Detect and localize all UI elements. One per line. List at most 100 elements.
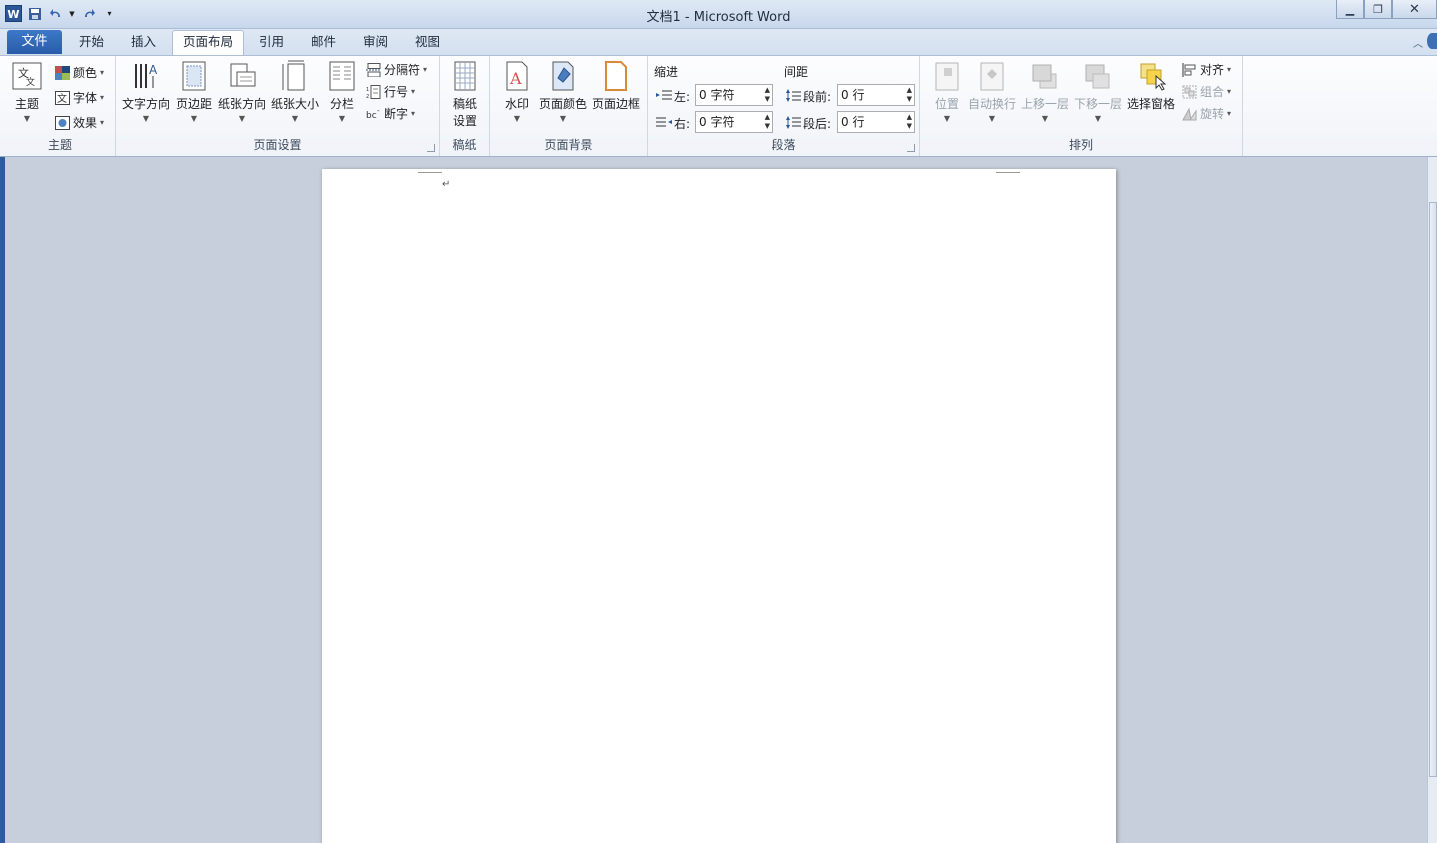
theme-fonts-button[interactable]: 文 字体 ▾ — [55, 89, 104, 106]
tab-page-layout[interactable]: 页面布局 — [172, 30, 245, 55]
top-left-margin-mark — [418, 169, 442, 173]
margins-button[interactable]: 页边距 ▼ — [176, 60, 212, 123]
tab-home[interactable]: 开始 — [79, 33, 104, 55]
selection-pane-icon — [1136, 60, 1167, 92]
tab-references[interactable]: 引用 — [259, 33, 284, 55]
spacing-after-spinner-icon[interactable]: ▲ ▼ — [907, 113, 912, 131]
scrollbar-thumb[interactable] — [1429, 202, 1437, 777]
orientation-button[interactable]: 纸张方向 ▼ — [218, 60, 266, 123]
paragraph-mark: ↵ — [442, 179, 451, 190]
group-label-page-setup: 页面设置 — [253, 138, 302, 152]
svg-text:A: A — [509, 69, 522, 88]
spacing-after-field[interactable]: 0 行 ▲ ▼ — [837, 111, 915, 133]
themes-button[interactable]: 文文 主题 ▼ — [12, 60, 42, 123]
line-numbers-button[interactable]: 12 行号 ▾ — [366, 83, 415, 100]
breaks-button[interactable]: 分隔符 ▾ — [366, 61, 427, 78]
group-label-theme: 主题 — [47, 138, 72, 152]
theme-fonts-icon: 文 — [55, 90, 70, 105]
selection-pane-button[interactable]: 选择窗格 — [1127, 60, 1175, 112]
page-borders-icon — [601, 60, 631, 92]
line-numbers-icon: 12 — [366, 84, 381, 100]
page-borders-button[interactable]: 页面边框 — [592, 60, 640, 112]
ribbon-tabs: 文件 开始 插入 页面布局 引用 邮件 审阅 视图 ︿ — [0, 29, 1437, 55]
group-objects-button[interactable]: 组合 ▾ — [1182, 83, 1231, 100]
top-right-margin-mark — [996, 169, 1020, 173]
minimize-button[interactable]: ▁ — [1336, 0, 1364, 19]
indent-right-field[interactable]: 0 字符 ▲ ▼ — [695, 111, 773, 133]
columns-icon — [327, 60, 357, 92]
tab-review[interactable]: 审阅 — [363, 33, 388, 55]
indent-left-label: 左: — [656, 88, 690, 105]
maximize-button[interactable]: ❐ — [1364, 0, 1392, 19]
text-direction-button[interactable]: A 文字方向 ▼ — [122, 60, 170, 123]
theme-colors-icon — [55, 65, 70, 80]
send-backward-icon — [1083, 60, 1113, 92]
size-icon — [280, 60, 310, 92]
tab-view[interactable]: 视图 — [415, 33, 440, 55]
group-label-page-background: 页面背景 — [544, 138, 593, 152]
minimize-ribbon-icon[interactable]: ︿ — [1413, 35, 1423, 50]
indent-right-spinner-icon[interactable]: ▲ ▼ — [765, 113, 770, 131]
send-backward-button[interactable]: 下移一层 ▼ — [1074, 60, 1122, 123]
group-paragraph: 缩进 间距 左: 0 字符 ▲ ▼ 右: 0 字符 ▲ ▼ 段前: 0 行 ▲ ▼ — [648, 56, 920, 156]
svg-text:A: A — [149, 63, 158, 77]
draft-paper-settings-button[interactable]: 稿纸 设置 — [450, 60, 480, 129]
wrap-text-icon — [977, 60, 1007, 92]
indent-left-field[interactable]: 0 字符 ▲ ▼ — [695, 84, 773, 106]
tab-mailings[interactable]: 邮件 — [311, 33, 336, 55]
group-theme: 文文 主题 ▼ 颜色 ▾ 文 字体 ▾ 效果 ▾ 主题 — [5, 56, 116, 156]
breaks-icon — [366, 62, 381, 77]
watermark-button[interactable]: A 水印 ▼ — [502, 60, 532, 123]
tab-file[interactable]: 文件 — [7, 30, 62, 54]
spacing-before-label: 段前: — [785, 88, 831, 105]
indent-right-icon — [656, 116, 672, 132]
position-icon — [932, 60, 962, 92]
wrap-text-button[interactable]: 自动换行 ▼ — [968, 60, 1016, 123]
help-icon[interactable] — [1427, 33, 1437, 49]
theme-effects-button[interactable]: 效果 ▾ — [55, 114, 104, 131]
indent-left-icon — [656, 89, 672, 105]
bring-forward-button[interactable]: 上移一层 ▼ — [1021, 60, 1069, 123]
indent-left-spinner-icon[interactable]: ▲ ▼ — [765, 86, 770, 104]
bring-forward-icon — [1030, 60, 1060, 92]
group-arrange: 位置 ▼ 自动换行 ▼ 上移一层 ▼ 下移一层 ▼ 选择窗格 对齐 ▾ 组合 ▾… — [920, 56, 1243, 156]
svg-text:-: - — [377, 107, 380, 115]
position-button[interactable]: 位置 ▼ — [932, 60, 962, 123]
group-label-draft-paper: 稿纸 — [452, 138, 477, 152]
page-setup-launcher-icon[interactable] — [427, 144, 435, 152]
tab-insert[interactable]: 插入 — [131, 33, 156, 55]
hyphenation-button[interactable]: bc - 断字 ▾ — [366, 105, 415, 122]
group-objects-icon — [1182, 85, 1197, 99]
draft-paper-icon — [450, 60, 480, 92]
page-color-button[interactable]: 页面颜色 ▼ — [539, 60, 587, 123]
spacing-before-spinner-icon[interactable]: ▲ ▼ — [907, 86, 912, 104]
vertical-scrollbar[interactable] — [1427, 157, 1437, 843]
left-edge-strip — [0, 157, 5, 843]
text-direction-icon: A — [131, 60, 161, 92]
document-page[interactable]: ↵ — [322, 169, 1116, 843]
watermark-icon: A — [502, 60, 532, 92]
align-button[interactable]: 对齐 ▾ — [1182, 61, 1231, 78]
columns-button[interactable]: 分栏 ▼ — [327, 60, 357, 123]
group-label-paragraph: 段落 — [771, 138, 796, 152]
svg-text:bc: bc — [366, 111, 377, 121]
indent-title: 缩进 — [654, 65, 679, 79]
close-button[interactable]: ✕ — [1392, 0, 1437, 19]
spacing-before-icon — [785, 88, 801, 105]
rotate-button[interactable]: 旋转 ▾ — [1182, 105, 1231, 122]
window-title: 文档1 - Microsoft Word — [646, 10, 791, 25]
group-draft-paper: 稿纸 设置 稿纸 — [440, 56, 490, 156]
orientation-icon — [227, 60, 257, 92]
size-button[interactable]: 纸张大小 ▼ — [271, 60, 319, 123]
paragraph-launcher-icon[interactable] — [907, 144, 915, 152]
spacing-before-field[interactable]: 0 行 ▲ ▼ — [837, 84, 915, 106]
hyphenation-icon: bc - — [366, 107, 381, 121]
margins-icon — [179, 60, 209, 92]
spacing-after-icon — [785, 115, 801, 132]
svg-text:1: 1 — [366, 87, 369, 93]
theme-effects-icon — [55, 115, 70, 130]
theme-colors-button[interactable]: 颜色 ▾ — [55, 64, 104, 81]
svg-text:2: 2 — [366, 94, 369, 99]
spacing-after-label: 段后: — [785, 115, 831, 132]
group-page-background: A 水印 ▼ 页面颜色 ▼ 页面边框 页面背景 — [490, 56, 648, 156]
